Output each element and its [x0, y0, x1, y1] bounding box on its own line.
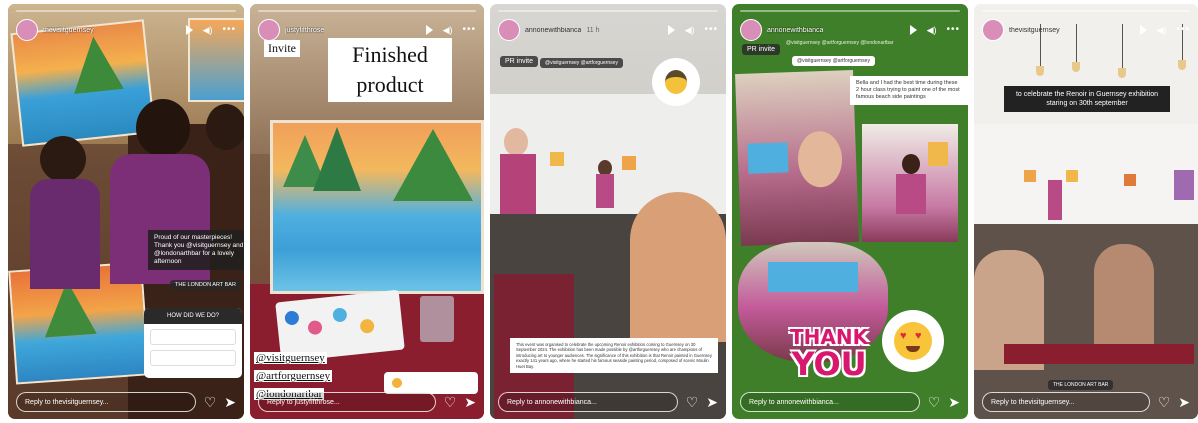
emoji-icon — [392, 378, 402, 388]
question-option[interactable] — [150, 329, 236, 345]
send-icon[interactable]: ➤ — [706, 395, 718, 409]
mention-tag[interactable]: @visitguernsey @artforguernsey — [792, 56, 875, 66]
speaker-icon[interactable]: ◀) — [927, 25, 937, 35]
play-icon[interactable] — [185, 25, 193, 35]
thank-you-sticker: THANK YOU — [790, 326, 868, 380]
play-icon[interactable] — [667, 25, 675, 35]
username[interactable]: annonewithbianca — [767, 27, 823, 34]
mention[interactable]: @visitguernsey — [254, 352, 327, 364]
speaker-icon[interactable]: ◀) — [203, 25, 213, 35]
more-icon[interactable]: ••• — [704, 25, 718, 35]
story-footer: Reply to annonewithbianca... ♡ ➤ — [498, 390, 718, 414]
progress-bar — [16, 10, 236, 12]
more-icon[interactable]: ••• — [1176, 25, 1190, 35]
avatar[interactable] — [740, 19, 762, 41]
play-icon[interactable] — [909, 25, 917, 35]
emoji-reaction[interactable]: ♥ ♥ — [882, 310, 944, 372]
story-footer: Reply to thevisitguernsey... ♡ ➤ — [982, 390, 1190, 414]
story-caption: Bella and I had the best time during the… — [850, 76, 968, 105]
story-title: Finished product — [328, 38, 452, 102]
story-header: thevisitguernsey ◀) ••• — [16, 18, 236, 42]
send-icon[interactable]: ➤ — [948, 395, 960, 409]
timestamp: 11 h — [586, 26, 600, 34]
heart-icon[interactable]: ♡ — [928, 395, 941, 409]
mention-tag[interactable]: @visitguernsey @artforguernsey — [540, 58, 623, 68]
speaker-icon[interactable]: ◀) — [443, 25, 453, 35]
speaker-icon[interactable]: ◀) — [685, 25, 695, 35]
story-card-2[interactable]: justyfifthrose ◀) ••• Invite Finished pr… — [250, 4, 484, 419]
reply-input[interactable]: Reply to annonewithbianca... — [740, 392, 920, 412]
question-option[interactable] — [150, 350, 236, 366]
story-footer: Reply to annonewithbianca... ♡ ➤ — [740, 390, 960, 414]
story-footer: Reply to thevisitguernsey... ♡ ➤ — [16, 390, 236, 414]
location-tag[interactable]: THE LONDON ART BAR — [170, 280, 241, 290]
question-title: HOW DID WE DO? — [144, 308, 242, 324]
speaker-icon[interactable]: ◀) — [1157, 25, 1167, 35]
avatar[interactable] — [498, 19, 520, 41]
painting — [270, 120, 484, 294]
username[interactable]: thevisitguernsey — [1009, 27, 1060, 34]
play-icon[interactable] — [425, 25, 433, 35]
username[interactable]: thevisitguernsey — [43, 27, 94, 34]
collage-photo — [862, 124, 958, 242]
heart-icon[interactable]: ♡ — [1158, 395, 1171, 409]
emoji-sticker[interactable] — [652, 58, 700, 106]
collage-photo — [735, 69, 859, 247]
pr-invite-label: PR invite — [500, 56, 539, 67]
pr-invite-label: PR invite — [742, 44, 781, 55]
progress-bar — [498, 10, 718, 12]
play-icon[interactable] — [1139, 25, 1147, 35]
avatar[interactable] — [16, 19, 38, 41]
story-caption: This event was organised to celebrate th… — [510, 338, 718, 374]
send-icon[interactable]: ➤ — [1178, 395, 1190, 409]
story-header: annonewithbianca 11 h ◀) ••• — [498, 18, 718, 42]
mention[interactable]: @artforguernsey — [254, 370, 333, 382]
more-icon[interactable]: ••• — [462, 25, 476, 35]
avatar[interactable] — [982, 19, 1004, 41]
story-caption: to celebrate the Renoir in Guernsey exhi… — [1004, 86, 1170, 112]
story-card-3[interactable]: annonewithbianca 11 h ◀) ••• PR invite @… — [490, 4, 726, 419]
reply-input[interactable]: Reply to justyfifthrose... — [258, 392, 436, 412]
story-card-1[interactable]: thevisitguernsey ◀) ••• Proud of our mas… — [8, 4, 244, 419]
progress-bar — [982, 10, 1190, 12]
story-card-5[interactable]: thevisitguernsey ◀) ••• to celebrate the… — [974, 4, 1198, 419]
more-icon[interactable]: ••• — [222, 25, 236, 35]
reply-input[interactable]: Reply to thevisitguernsey... — [982, 392, 1150, 412]
heart-eyes-emoji-icon: ♥ ♥ — [894, 322, 932, 360]
reply-input[interactable]: Reply to annonewithbianca... — [498, 392, 678, 412]
invite-label: Invite — [264, 40, 300, 57]
story-title-line: Finished — [352, 42, 428, 67]
story-header: thevisitguernsey ◀) ••• — [982, 18, 1190, 42]
story-footer: Reply to justyfifthrose... ♡ ➤ — [258, 390, 476, 414]
reply-input[interactable]: Reply to thevisitguernsey... — [16, 392, 196, 412]
heart-icon[interactable]: ♡ — [444, 395, 457, 409]
username[interactable]: justyfifthrose — [285, 27, 324, 34]
progress-bar — [740, 10, 960, 12]
you-text: YOU — [791, 345, 867, 383]
heart-icon[interactable]: ♡ — [204, 395, 217, 409]
story-card-4[interactable]: annonewithbianca ◀) ••• PR invite @visit… — [732, 4, 968, 419]
question-sticker[interactable]: HOW DID WE DO? — [144, 308, 242, 378]
heart-icon[interactable]: ♡ — [686, 395, 699, 409]
story-header: annonewithbianca ◀) ••• — [740, 18, 960, 42]
story-title-line: product — [356, 72, 424, 97]
progress-bar — [258, 10, 476, 12]
story-caption: Proud of our masterpieces! Thank you @vi… — [148, 230, 244, 270]
detective-emoji-icon — [665, 70, 687, 94]
send-icon[interactable]: ➤ — [464, 395, 476, 409]
mention-tag[interactable]: @visitguernsey @artforguernsey @londonar… — [786, 40, 894, 46]
location-tag[interactable]: THE LONDON ART BAR — [1048, 380, 1114, 390]
avatar[interactable] — [258, 19, 280, 41]
story-photo — [974, 4, 1198, 419]
send-icon[interactable]: ➤ — [224, 395, 236, 409]
more-icon[interactable]: ••• — [946, 25, 960, 35]
username[interactable]: annonewithbianca — [525, 27, 581, 34]
